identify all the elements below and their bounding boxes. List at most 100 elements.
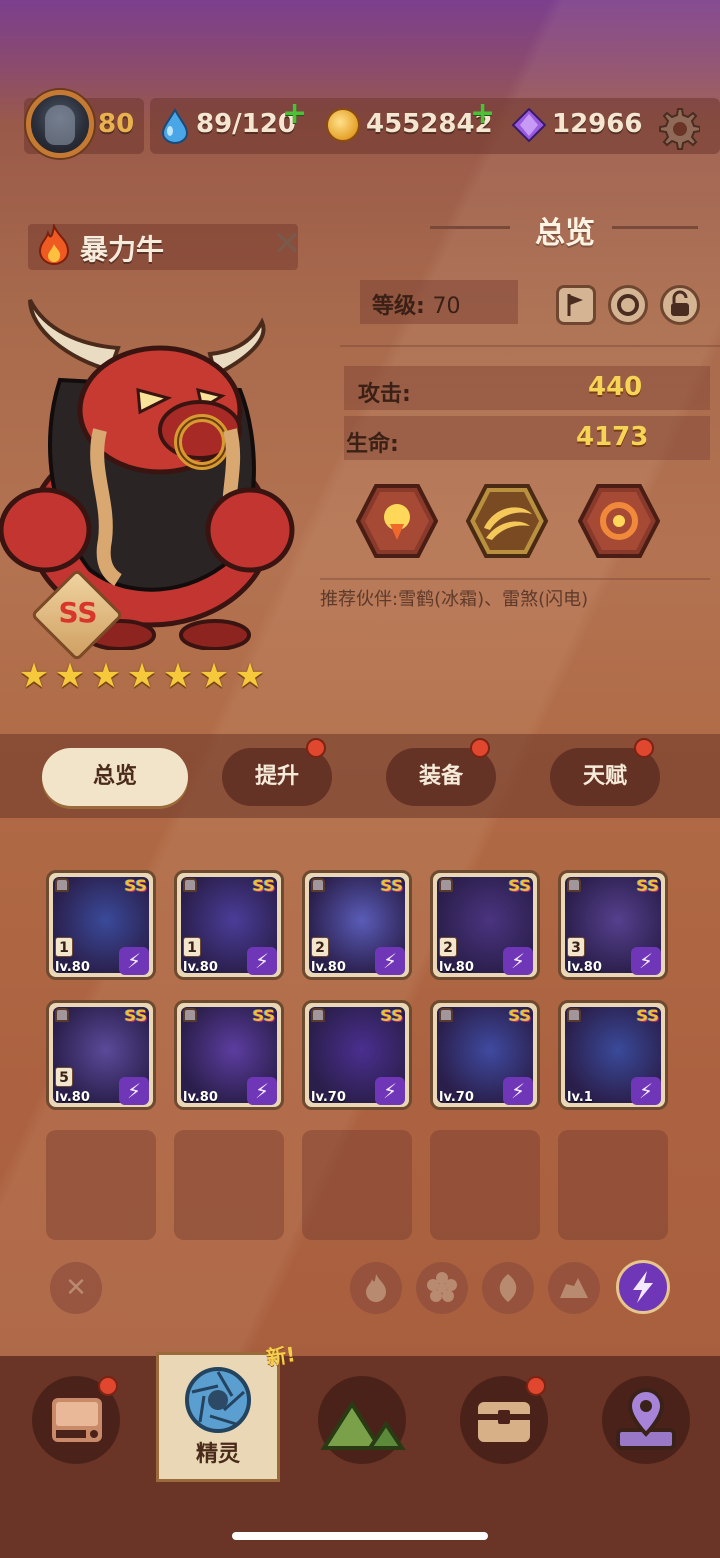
empty-pet-slot[interactable] [174,1130,284,1240]
pet-rank: SS [252,1006,275,1025]
inventory-notification-dot [98,1376,118,1396]
star-icon: ★ [162,656,194,696]
target-button[interactable] [608,285,648,325]
filter-lightning-button[interactable] [616,1260,670,1314]
avatar-face [45,105,75,145]
pet-card[interactable]: SS 3 lv.80 ⚡ [558,870,668,980]
star-icon: ★ [54,656,86,696]
pet-rank: SS [636,876,659,895]
clear-filter-button[interactable]: ✕ [50,1262,102,1314]
add-stamina-button[interactable]: + [282,96,307,131]
pet-level: lv.80 [55,960,90,975]
pet-level: lv.80 [183,960,218,975]
home-indicator [232,1532,488,1540]
pet-level: lv.80 [567,960,602,975]
nav-spirit-button[interactable] [184,1366,252,1434]
snowflake-filter-icon [427,1272,457,1302]
pet-count: 2 [439,937,457,957]
star-icon: ★ [234,656,266,696]
tab-talent-notification-dot [634,738,654,758]
filter-earth-button[interactable] [548,1262,600,1314]
lock-button[interactable] [660,285,700,325]
lightning-icon: ⚡ [503,1077,533,1105]
flag-button[interactable] [556,285,596,325]
pet-card[interactable]: SS 2 lv.80 ⚡ [302,870,412,980]
hp-label: 生命: [346,432,399,457]
pet-level: lv.70 [439,1090,474,1105]
lock-icon [183,878,197,892]
title-deco-right [612,226,698,229]
pet-count: 5 [55,1067,73,1087]
nav-spirit-label: 精灵 [195,1442,240,1467]
lock-icon [183,1008,197,1022]
pet-rank: SS [380,1006,403,1025]
overview-title: 总览 [535,216,595,251]
lock-icon [567,878,581,892]
skill-vortex-icon[interactable] [578,484,660,558]
lock-icon [311,878,325,892]
gem-icon [512,108,546,142]
lock-icon [439,878,453,892]
lightning-icon: ⚡ [119,1077,149,1105]
stamina-drop-icon [161,108,189,144]
filter-nature-button[interactable] [482,1262,534,1314]
pet-count: 2 [311,937,329,957]
new-tag: 新! [264,1342,297,1370]
pet-card[interactable]: SS lv.70 ⚡ [430,1000,540,1110]
hero-close-button[interactable]: ✕ [270,227,304,262]
circle-icon [617,294,639,316]
pet-card[interactable]: SS 2 lv.80 ⚡ [430,870,540,980]
empty-pet-slot[interactable] [558,1130,668,1240]
pet-card[interactable]: SS lv.80 ⚡ [174,1000,284,1110]
pet-card[interactable]: SS 1 lv.80 ⚡ [46,870,156,980]
nav-adventure-button[interactable] [318,1376,406,1464]
pet-level: lv.70 [311,1090,346,1105]
pet-card[interactable]: SS lv.70 ⚡ [302,1000,412,1110]
pet-level: lv.1 [567,1090,593,1105]
spirit-aperture-icon [185,1367,251,1433]
hp-value: 4173 [576,422,649,452]
star-icon: ★ [18,656,50,696]
stamina-value: 89/120 [196,109,296,139]
empty-pet-slot[interactable] [302,1130,412,1240]
filter-frost-button[interactable] [416,1262,468,1314]
filter-fire-button[interactable] [350,1262,402,1314]
skill-light-icon[interactable] [356,484,438,558]
pet-rank: SS [124,876,147,895]
pet-card[interactable]: SS lv.1 ⚡ [558,1000,668,1110]
fire-element-icon [38,224,70,265]
hero-name: 暴力牛 [80,233,165,266]
rock-filter-icon [560,1278,588,1298]
pet-card[interactable]: SS 5 lv.80 ⚡ [46,1000,156,1110]
pet-level: lv.80 [439,960,474,975]
hero-bull-illustration [0,299,295,650]
pet-level: lv.80 [55,1090,90,1105]
tab-overview[interactable]: 总览 [42,748,188,806]
star-icon: ★ [90,656,122,696]
tab-upgrade-notification-dot [306,738,326,758]
rank-text: SS [58,596,98,629]
empty-pet-slot[interactable] [430,1130,540,1240]
empty-pet-slot[interactable] [46,1130,156,1240]
player-avatar[interactable] [26,90,94,158]
lock-icon [311,1008,325,1022]
star-rating: ★ ★ ★ ★ ★ ★ ★ [18,656,266,696]
lightning-icon: ⚡ [631,1077,661,1105]
map-pin-icon [616,1387,676,1450]
lightning-icon: ⚡ [119,947,149,975]
pet-level: lv.80 [183,1090,218,1105]
divider [320,578,710,580]
nav-map-button[interactable] [602,1376,690,1464]
star-icon: ★ [198,656,230,696]
pet-card[interactable]: SS 1 lv.80 ⚡ [174,870,284,980]
lock-icon [55,878,69,892]
pet-count: 1 [55,937,73,957]
pet-rank: SS [508,876,531,895]
lock-icon [567,1008,581,1022]
lightning-icon: ⚡ [375,1077,405,1105]
star-icon: ★ [126,656,158,696]
fire-filter-icon [366,1274,386,1302]
skill-slash-icon[interactable] [466,484,548,558]
add-coins-button[interactable]: + [470,96,495,131]
settings-gear-icon[interactable] [656,106,700,150]
